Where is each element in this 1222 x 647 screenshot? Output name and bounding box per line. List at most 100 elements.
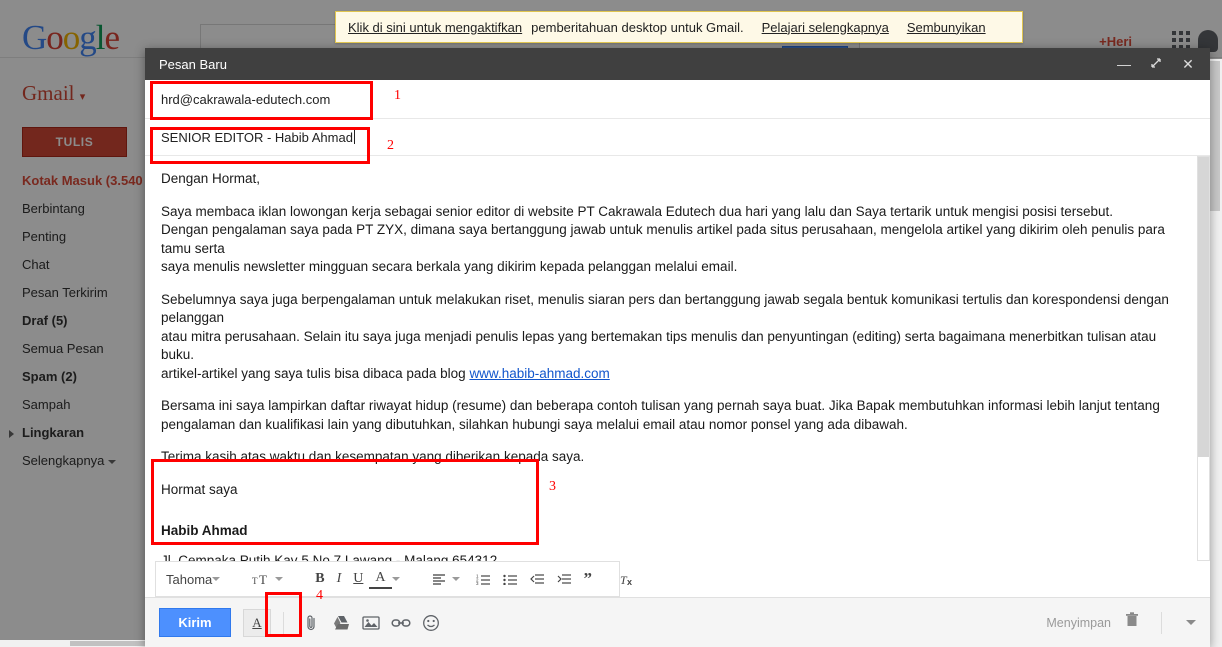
sidebar-item-spam[interactable]: Spam (2) (0, 363, 150, 391)
body-p2-line-1: Sebelumnya saya juga berpengalaman untuk… (161, 292, 1169, 326)
bold-icon[interactable]: B (309, 571, 330, 587)
body-p1-line-2: Dengan pengalaman saya pada PT ZYX, dima… (161, 222, 1165, 256)
trash-icon[interactable] (1125, 612, 1139, 633)
enable-notifications-link[interactable]: Klik di sini untuk mengaktifkan (348, 20, 522, 35)
chevron-down-icon[interactable] (1186, 620, 1196, 625)
font-family-selector[interactable]: Tahoma (166, 572, 212, 587)
chevron-down-icon (108, 460, 116, 464)
body-paragraph-1: Saya membaca iklan lowongan kerja sebaga… (161, 203, 1173, 277)
hide-notification-link[interactable]: Sembunyikan (907, 20, 986, 35)
align-chevron-icon[interactable] (452, 577, 460, 581)
minimize-icon[interactable]: — (1116, 57, 1132, 71)
sidebar-item-chat[interactable]: Chat (0, 251, 150, 279)
font-size-chevron-icon[interactable] (275, 577, 283, 581)
divider (1161, 612, 1162, 634)
body-p2-line-3: artikel-artikel yang saya tulis bisa dib… (161, 366, 469, 381)
to-field-row[interactable]: hrd@cakrawala-edutech.com (145, 80, 1210, 119)
body-paragraph-3: Bersama ini saya lampirkan daftar riwaya… (161, 397, 1173, 434)
sidebar-item-starred[interactable]: Berbintang (0, 195, 150, 223)
message-body[interactable]: Dengan Hormat, Saya membaca iklan lowong… (145, 156, 1195, 561)
svg-text:T: T (252, 576, 258, 586)
font-size-icon[interactable]: TT (246, 572, 275, 586)
to-field-value[interactable]: hrd@cakrawala-edutech.com (161, 92, 330, 107)
signature-name: Habib Ahmad (161, 521, 1173, 541)
annotation-number-1: 1 (394, 88, 401, 104)
body-p3-line-2: pengalaman dan kualifikasi lain yang dib… (161, 417, 908, 432)
body-p1-line-3: saya menulis newsletter mingguan secara … (161, 259, 737, 274)
insert-link-icon[interactable] (386, 608, 416, 638)
signature-block: Habib Ahmad Jl. Cempaka Putih Kav 5 No 7… (161, 521, 1173, 561)
svg-text:3: 3 (476, 581, 479, 585)
subject-field-value[interactable]: SENIOR EDITOR - Habib Ahmad (161, 130, 353, 145)
compose-button[interactable]: TULIS (22, 127, 127, 157)
insert-photo-icon[interactable] (356, 608, 386, 638)
formatting-toolbar: Tahoma TT B I U A 123 ” Tx (155, 561, 620, 597)
sidebar-item-circles[interactable]: Lingkaran (0, 419, 150, 447)
indent-more-icon[interactable] (551, 573, 578, 585)
desktop-notification-bar: Klik di sini untuk mengaktifkan pemberit… (335, 11, 1023, 43)
notification-message: pemberitahuan desktop untuk Gmail. (531, 20, 743, 35)
close-icon[interactable]: ✕ (1180, 57, 1196, 71)
underline-icon[interactable]: U (347, 571, 369, 587)
subject-field-row[interactable]: SENIOR EDITOR - Habib Ahmad (145, 119, 1210, 156)
annotation-number-4: 4 (316, 588, 323, 604)
text-cursor (354, 130, 355, 144)
compose-header: Pesan Baru — ✕ (145, 48, 1210, 80)
account-plus-link[interactable]: +Heri (1099, 34, 1132, 49)
sidebar-item-inbox[interactable]: Kotak Masuk (3.540 (0, 167, 150, 195)
body-paragraph-2: Sebelumnya saya juga berpengalaman untuk… (161, 291, 1173, 384)
sidebar-item-important[interactable]: Penting (0, 223, 150, 251)
apps-grid-icon[interactable] (1172, 31, 1190, 49)
body-p3-line-1: Bersama ini saya lampirkan daftar riwaya… (161, 398, 1160, 413)
sidebar-item-drafts[interactable]: Draf (5) (0, 307, 150, 335)
google-logo: Google (22, 20, 119, 56)
save-status: Menyimpan (1046, 616, 1111, 630)
action-bar-right: Menyimpan (1046, 612, 1210, 634)
compose-title: Pesan Baru (159, 57, 1116, 72)
numbered-list-icon[interactable]: 123 (470, 573, 497, 585)
google-drive-icon[interactable] (326, 608, 356, 638)
remove-formatting-icon[interactable]: Tx (614, 572, 642, 586)
send-button[interactable]: Kirim (159, 608, 231, 637)
annotation-number-2: 2 (387, 138, 394, 154)
italic-icon[interactable]: I (331, 571, 348, 587)
sidebar-item-circles-label: Lingkaran (22, 425, 84, 440)
text-color-chevron-icon[interactable] (392, 577, 400, 581)
sidebar: Gmail ▾ TULIS Kotak Masuk (3.540 Berbint… (0, 59, 150, 647)
scrollbar-thumb[interactable] (1210, 61, 1220, 211)
learn-more-link[interactable]: Pelajari selengkapnya (762, 20, 889, 35)
popout-icon[interactable] (1148, 57, 1164, 71)
body-paragraph-4: Terima kasih atas waktu dan kesempatan y… (161, 448, 1173, 467)
text-color-icon[interactable]: A (369, 570, 391, 589)
blog-link[interactable]: www.habib-ahmad.com (469, 366, 609, 381)
compose-action-bar: Kirim A Menyimpan (145, 597, 1210, 647)
sidebar-item-sent[interactable]: Pesan Terkirim (0, 279, 150, 307)
sidebar-item-more-label: Selengkapnya (22, 453, 104, 468)
formatting-options-button[interactable]: A (243, 609, 271, 637)
sidebar-item-more[interactable]: Selengkapnya (0, 447, 150, 475)
paperclip-icon[interactable] (296, 608, 326, 638)
gmail-brand-label[interactable]: Gmail ▾ (22, 81, 85, 106)
annotation-number-3: 3 (549, 479, 556, 495)
sidebar-item-all-mail[interactable]: Semua Pesan (0, 335, 150, 363)
compose-window-controls: — ✕ (1116, 57, 1202, 71)
compose-body-wrap: Dengan Hormat, Saya membaca iklan lowong… (145, 156, 1210, 561)
chevron-down-icon[interactable] (212, 577, 220, 581)
body-vertical-scrollbar[interactable] (1195, 156, 1210, 561)
body-greeting: Dengan Hormat, (161, 170, 1173, 189)
sidebar-item-trash[interactable]: Sampah (0, 391, 150, 419)
scrollbar-thumb[interactable] (1198, 157, 1209, 457)
align-icon[interactable] (426, 573, 452, 585)
insert-emoji-icon[interactable] (416, 608, 446, 638)
compose-window: Pesan Baru — ✕ hrd@cakrawala-edutech.com… (145, 48, 1210, 647)
divider (283, 612, 284, 634)
indent-less-icon[interactable] (524, 573, 551, 585)
bulleted-list-icon[interactable] (497, 573, 524, 585)
signature-address: Jl. Cempaka Putih Kav 5 No 7 Lawang - Ma… (161, 551, 1173, 561)
quote-icon[interactable]: ” (578, 574, 599, 584)
body-p1-line-1: Saya membaca iklan lowongan kerja sebaga… (161, 204, 1113, 219)
page-vertical-scrollbar[interactable] (1208, 59, 1222, 640)
chevron-right-icon (9, 430, 14, 438)
body-p2-line-2: atau mitra perusahaan. Selain itu saya j… (161, 329, 1156, 363)
sidebar-nav-list: Kotak Masuk (3.540 Berbintang Penting Ch… (0, 167, 150, 475)
